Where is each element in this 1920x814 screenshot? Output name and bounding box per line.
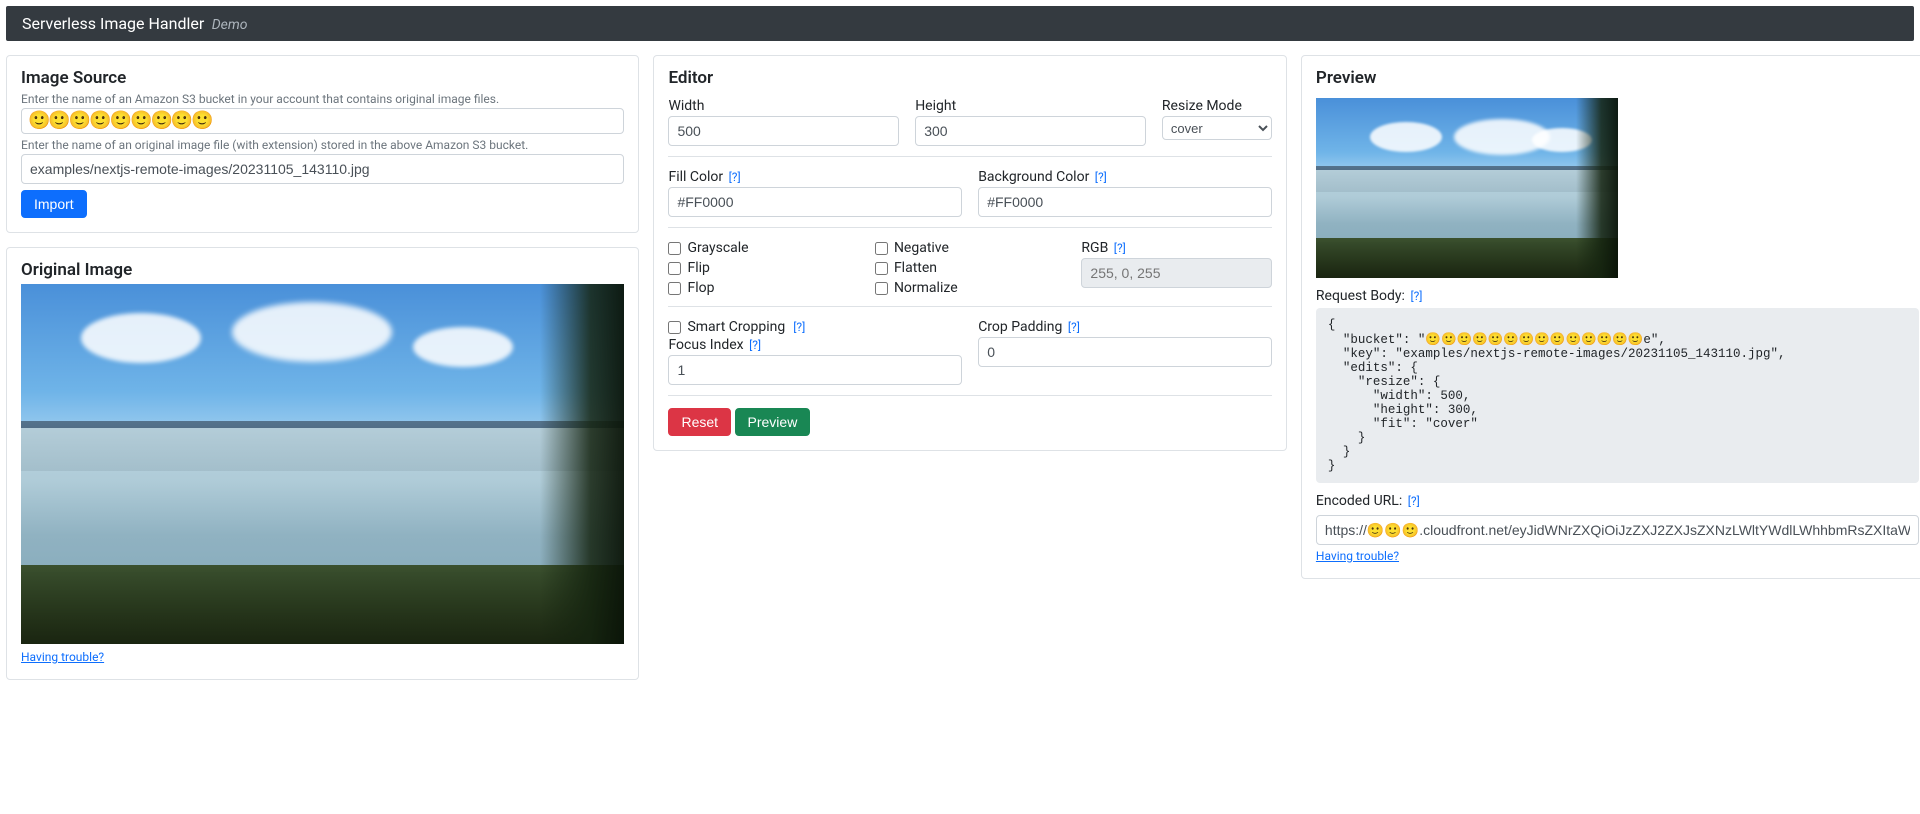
preview-title: Preview: [1316, 68, 1919, 88]
encoded-url-help[interactable]: [?]: [1408, 494, 1420, 508]
import-button[interactable]: Import: [21, 190, 87, 218]
crop-padding-label: Crop Padding [?]: [978, 319, 1272, 335]
grayscale-checkbox[interactable]: [668, 242, 681, 255]
encoded-url-input[interactable]: [1316, 515, 1919, 545]
focus-index-label: Focus Index [?]: [668, 337, 962, 353]
height-label: Height: [915, 98, 1146, 114]
key-input[interactable]: [21, 154, 624, 184]
original-image-card: Original Image Having trouble?: [6, 247, 639, 680]
bucket-hint: Enter the name of an Amazon S3 bucket in…: [21, 92, 624, 106]
preview-trouble-link[interactable]: Having trouble?: [1316, 549, 1399, 563]
resize-label: Resize Mode: [1162, 98, 1272, 114]
negative-checkbox[interactable]: [875, 242, 888, 255]
main-container: Image Source Enter the name of an Amazon…: [0, 41, 1920, 694]
flop-checkbox[interactable]: [668, 282, 681, 295]
editor-title: Editor: [668, 68, 1271, 88]
preview-button[interactable]: Preview: [735, 408, 811, 436]
reset-button[interactable]: Reset: [668, 408, 731, 436]
flip-checkbox[interactable]: [668, 262, 681, 275]
smart-cropping-checkbox[interactable]: [668, 321, 681, 334]
original-trouble-link[interactable]: Having trouble?: [21, 650, 104, 664]
rgb-help[interactable]: [?]: [1114, 241, 1126, 255]
preview-image: [1316, 98, 1618, 278]
rgb-input[interactable]: [1081, 258, 1271, 288]
width-input[interactable]: [668, 116, 899, 146]
original-image: [21, 284, 624, 644]
navbar: Serverless Image Handler Demo: [6, 6, 1914, 41]
flatten-checkbox[interactable]: [875, 262, 888, 275]
fill-color-help[interactable]: [?]: [729, 170, 741, 184]
request-body-pre: { "bucket": "🙂🙂🙂🙂🙂🙂🙂🙂🙂🙂🙂🙂🙂🙂e", "key": "e…: [1316, 308, 1919, 483]
fill-color-label: Fill Color [?]: [668, 169, 962, 185]
crop-padding-help[interactable]: [?]: [1068, 320, 1080, 334]
image-source-card: Image Source Enter the name of an Amazon…: [6, 55, 639, 233]
original-image-title: Original Image: [21, 260, 624, 280]
bucket-input[interactable]: 🙂🙂🙂🙂🙂🙂🙂🙂🙂: [21, 108, 624, 134]
crop-padding-input[interactable]: [978, 337, 1272, 367]
editor-card: Editor Width Height Resize Mode cover: [653, 55, 1286, 451]
bg-color-help[interactable]: [?]: [1095, 170, 1107, 184]
image-source-title: Image Source: [21, 68, 624, 88]
focus-index-input[interactable]: [668, 355, 962, 385]
height-input[interactable]: [915, 116, 1146, 146]
bg-color-input[interactable]: [978, 187, 1272, 217]
request-body-label: Request Body:: [1316, 288, 1405, 304]
app-subtitle: Demo: [212, 17, 248, 33]
focus-index-help[interactable]: [?]: [749, 338, 761, 352]
rgb-label: RGB [?]: [1081, 240, 1271, 256]
normalize-checkbox[interactable]: [875, 282, 888, 295]
resize-mode-select[interactable]: cover: [1162, 116, 1272, 140]
request-body-help[interactable]: [?]: [1410, 289, 1422, 303]
fill-color-input[interactable]: [668, 187, 962, 217]
key-hint: Enter the name of an original image file…: [21, 138, 624, 152]
smart-cropping-help[interactable]: [?]: [793, 320, 805, 334]
app-title: Serverless Image Handler: [22, 14, 204, 33]
encoded-url-label: Encoded URL:: [1316, 493, 1402, 509]
preview-card: Preview Request Body: [?] { "bucket": "🙂…: [1301, 55, 1920, 579]
bg-color-label: Background Color [?]: [978, 169, 1272, 185]
width-label: Width: [668, 98, 899, 114]
